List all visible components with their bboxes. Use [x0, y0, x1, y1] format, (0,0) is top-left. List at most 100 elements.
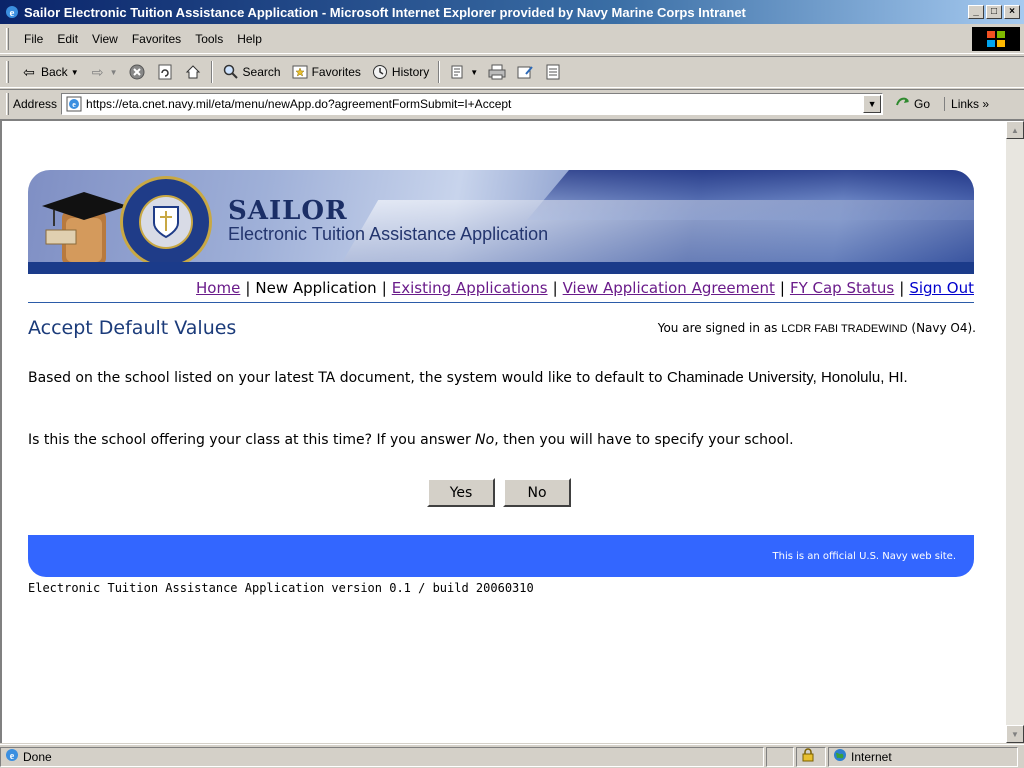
banner-bottom-strip: [28, 262, 974, 274]
go-arrow-icon: [895, 95, 911, 112]
toolbar-separator: [438, 61, 441, 83]
ie-logo-icon: e: [4, 4, 20, 20]
address-grip: [6, 92, 9, 115]
page-icon: [544, 63, 562, 81]
nav-separator: |: [899, 279, 905, 297]
mail-icon: [449, 63, 467, 81]
back-dropdown-icon[interactable]: ▼: [71, 68, 79, 77]
nav-view-agreement-link[interactable]: View Application Agreement: [563, 279, 775, 297]
default-school-name: Chaminade University, Honolulu, HI.: [667, 369, 908, 386]
menu-file[interactable]: File: [17, 32, 50, 46]
search-button[interactable]: Search: [217, 60, 286, 84]
nav-sign-out-link[interactable]: Sign Out: [909, 279, 974, 297]
version-info: Electronic Tuition Assistance Applicatio…: [28, 581, 534, 595]
address-input[interactable]: e https://eta.cnet.navy.mil/eta/menu/new…: [61, 92, 884, 115]
nav-existing-applications-link[interactable]: Existing Applications: [392, 279, 548, 297]
internet-zone-icon: [833, 748, 847, 765]
signed-in-status: You are signed in as LCDR FABI TRADEWIND…: [658, 321, 976, 335]
svg-text:e: e: [10, 7, 15, 19]
nav-separator: |: [245, 279, 251, 297]
home-button[interactable]: [179, 60, 207, 84]
footer-bar: This is an official U.S. Navy web site.: [28, 535, 974, 577]
status-zone-cell: Internet: [828, 746, 1018, 767]
menu-tools[interactable]: Tools: [188, 32, 230, 46]
address-url: https://eta.cnet.navy.mil/eta/menu/newAp…: [86, 96, 512, 111]
signed-in-prefix: You are signed in as: [657, 321, 778, 335]
answer-buttons: Yes No: [427, 478, 571, 507]
menu-grip: [6, 27, 9, 50]
question-text-end: , then you will have to specify your sch…: [494, 432, 794, 448]
go-label: Go: [914, 96, 931, 111]
favorites-label: Favorites: [311, 65, 361, 79]
school-question: Is this the school offering your class a…: [28, 432, 1003, 448]
status-empty-cell: [766, 746, 794, 767]
refresh-button[interactable]: [151, 60, 179, 84]
stop-icon: [128, 63, 146, 81]
forward-button[interactable]: ⇨ ▼: [84, 60, 123, 84]
page-done-icon: e: [5, 748, 19, 765]
nav-fy-cap-status-link[interactable]: FY Cap Status: [790, 279, 894, 297]
nav-separator: |: [552, 279, 558, 297]
menu-bar: File Edit View Favorites Tools Help: [0, 24, 1024, 54]
home-icon: [184, 63, 202, 81]
page-title: Accept Default Values: [28, 317, 237, 339]
ie-page-icon: e: [65, 95, 83, 113]
menu-view[interactable]: View: [85, 32, 125, 46]
standard-toolbar: ⇦ Back ▼ ⇨ ▼ Search Favorites History ▼: [0, 56, 1024, 88]
favorites-button[interactable]: Favorites: [286, 60, 366, 84]
back-button[interactable]: ⇦ Back ▼: [15, 60, 84, 84]
history-label: History: [391, 65, 430, 79]
back-arrow-icon: ⇦: [23, 63, 35, 80]
site-navigation: Home | New Application | Existing Applicatio…: [28, 279, 974, 303]
yes-button[interactable]: Yes: [427, 478, 495, 507]
stop-button[interactable]: [123, 60, 151, 84]
sailor-banner: SAILOR Electronic Tuition Assistance App…: [28, 170, 974, 274]
menu-favorites[interactable]: Favorites: [125, 32, 188, 46]
toolbar-separator: [210, 61, 213, 83]
discuss-button[interactable]: [539, 60, 567, 84]
maximize-button[interactable]: □: [986, 5, 1002, 19]
address-dropdown-icon[interactable]: ▼: [863, 94, 882, 113]
history-button[interactable]: History: [366, 60, 434, 84]
menu-help[interactable]: Help: [230, 32, 269, 46]
forward-arrow-icon: ⇨: [91, 63, 104, 80]
print-button[interactable]: [483, 60, 511, 84]
banner-brand: SAILOR Electronic Tuition Assistance App…: [228, 196, 548, 245]
question-text: Is this the school offering your class a…: [28, 432, 471, 448]
windows-logo-icon: [972, 27, 1020, 51]
navy-college-seal-icon: [120, 176, 212, 268]
mail-button[interactable]: ▼: [444, 60, 483, 84]
search-icon: [222, 63, 240, 81]
mail-dropdown-icon[interactable]: ▼: [470, 68, 478, 77]
lock-icon: [801, 748, 815, 765]
window-title-bar[interactable]: e Sailor Electronic Tuition Assistance A…: [0, 0, 1024, 24]
svg-text:e: e: [10, 751, 15, 762]
official-site-notice: This is an official U.S. Navy web site.: [772, 550, 957, 562]
favorites-icon: [291, 63, 309, 81]
scroll-down-icon[interactable]: ▼: [1006, 725, 1024, 743]
window-title: Sailor Electronic Tuition Assistance App…: [24, 4, 746, 20]
seal-shield: [139, 195, 193, 249]
nav-separator: |: [381, 279, 387, 297]
minimize-button[interactable]: _: [968, 5, 984, 19]
no-button[interactable]: No: [503, 478, 571, 507]
scroll-up-icon[interactable]: ▲: [1006, 121, 1024, 139]
address-label: Address: [13, 96, 58, 111]
banner-title: SAILOR: [228, 196, 348, 226]
nav-new-application: New Application: [255, 279, 377, 297]
menu-edit[interactable]: Edit: [50, 32, 85, 46]
address-bar: Address e https://eta.cnet.navy.mil/eta/…: [0, 89, 1024, 117]
default-school-text: Based on the school listed on your lates…: [28, 370, 663, 386]
nav-home-link[interactable]: Home: [196, 279, 240, 297]
vertical-scrollbar[interactable]: ▲ ▼: [1006, 121, 1024, 743]
svg-text:e: e: [72, 100, 76, 109]
print-icon: [488, 63, 506, 81]
search-label: Search: [242, 65, 281, 79]
graduation-cap-icon: [42, 188, 132, 266]
close-button[interactable]: ×: [1004, 5, 1020, 19]
go-button[interactable]: Go: [895, 95, 930, 112]
forward-dropdown-icon[interactable]: ▼: [110, 68, 118, 77]
status-text: Done: [23, 749, 52, 764]
edit-button[interactable]: [511, 60, 539, 84]
links-toolbar-button[interactable]: Links »: [944, 96, 989, 111]
